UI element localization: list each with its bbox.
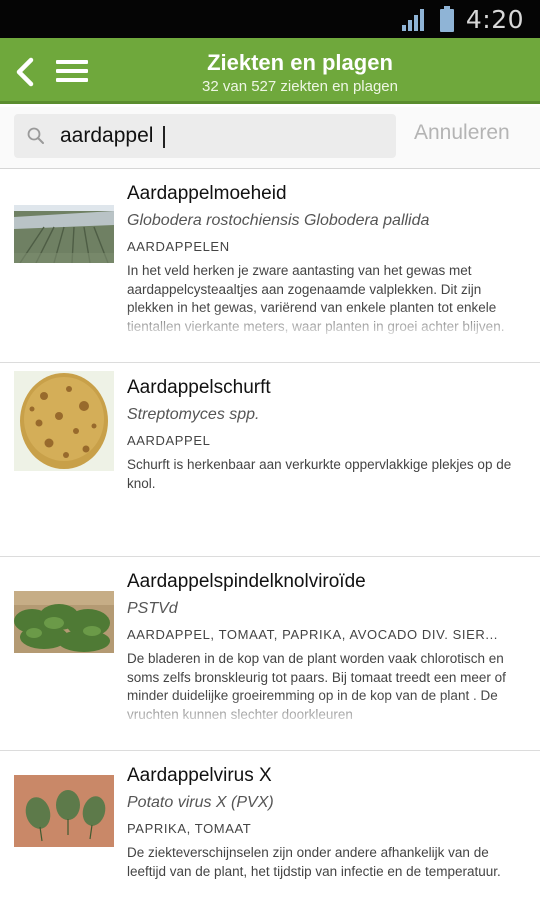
item-title: Aardappelspindelknolviroïde <box>127 571 366 592</box>
potato-photo <box>14 371 114 471</box>
leaves-photo <box>14 775 114 847</box>
crop-photo <box>14 591 114 653</box>
back-button[interactable] <box>8 52 42 92</box>
signal-icon <box>401 9 424 31</box>
item-crops: AARDAPPEL, TOMAAT, PAPRIKA, AVOCADO DIV.… <box>127 627 499 642</box>
item-latin-name: Globodera rostochiensis Globodera pallid… <box>127 212 430 229</box>
text-cursor <box>163 126 165 148</box>
search-icon <box>27 127 44 144</box>
item-description: In het veld herken je zware aantasting v… <box>127 263 505 334</box>
item-latin-name: Potato virus X (PVX) <box>127 794 274 811</box>
list-item[interactable]: Aardappelspindelknolviroïde PSTVd AARDAP… <box>0 557 540 751</box>
item-latin-name: Streptomyces spp. <box>127 406 260 423</box>
results-list: Aardappelmoeheid Globodera rostochiensis… <box>0 169 540 900</box>
item-description: De ziekteverschijnselen zijn onder ander… <box>127 845 501 879</box>
status-bar: 4:20 <box>0 0 540 38</box>
result-count: 32 van 527 ziekten en plagen <box>202 78 398 95</box>
search-input[interactable] <box>60 120 380 152</box>
page-title: Ziekten en plagen <box>207 50 393 75</box>
item-description: De bladeren in de kop van de plant worde… <box>127 651 506 722</box>
field-photo <box>14 205 114 263</box>
item-crops: AARDAPPELEN <box>127 239 230 254</box>
battery-icon <box>439 6 454 32</box>
item-title: Aardappelmoeheid <box>127 183 287 204</box>
clock: 4:20 <box>465 4 524 34</box>
item-latin-name: PSTVd <box>127 600 178 617</box>
item-crops: AARDAPPEL <box>127 433 211 448</box>
item-title: Aardappelschurft <box>127 377 271 398</box>
list-item[interactable]: Aardappelschurft Streptomyces spp. AARDA… <box>0 363 540 557</box>
item-description: Schurft is herkenbaar aan verkurkte oppe… <box>127 457 512 491</box>
search-bar: Annuleren <box>0 107 540 169</box>
app-header: Ziekten en plagen 32 van 527 ziekten en … <box>0 38 540 104</box>
item-crops: PAPRIKA, TOMAAT <box>127 821 252 836</box>
item-title: Aardappelvirus X <box>127 765 272 786</box>
cancel-button[interactable]: Annuleren <box>414 121 510 145</box>
search-box[interactable] <box>14 114 396 158</box>
hamburger-menu-icon[interactable] <box>54 54 90 88</box>
list-item[interactable]: Aardappelmoeheid Globodera rostochiensis… <box>0 169 540 363</box>
list-item[interactable]: Aardappelvirus X Potato virus X (PVX) PA… <box>0 751 540 900</box>
back-arrow-icon <box>16 57 34 87</box>
